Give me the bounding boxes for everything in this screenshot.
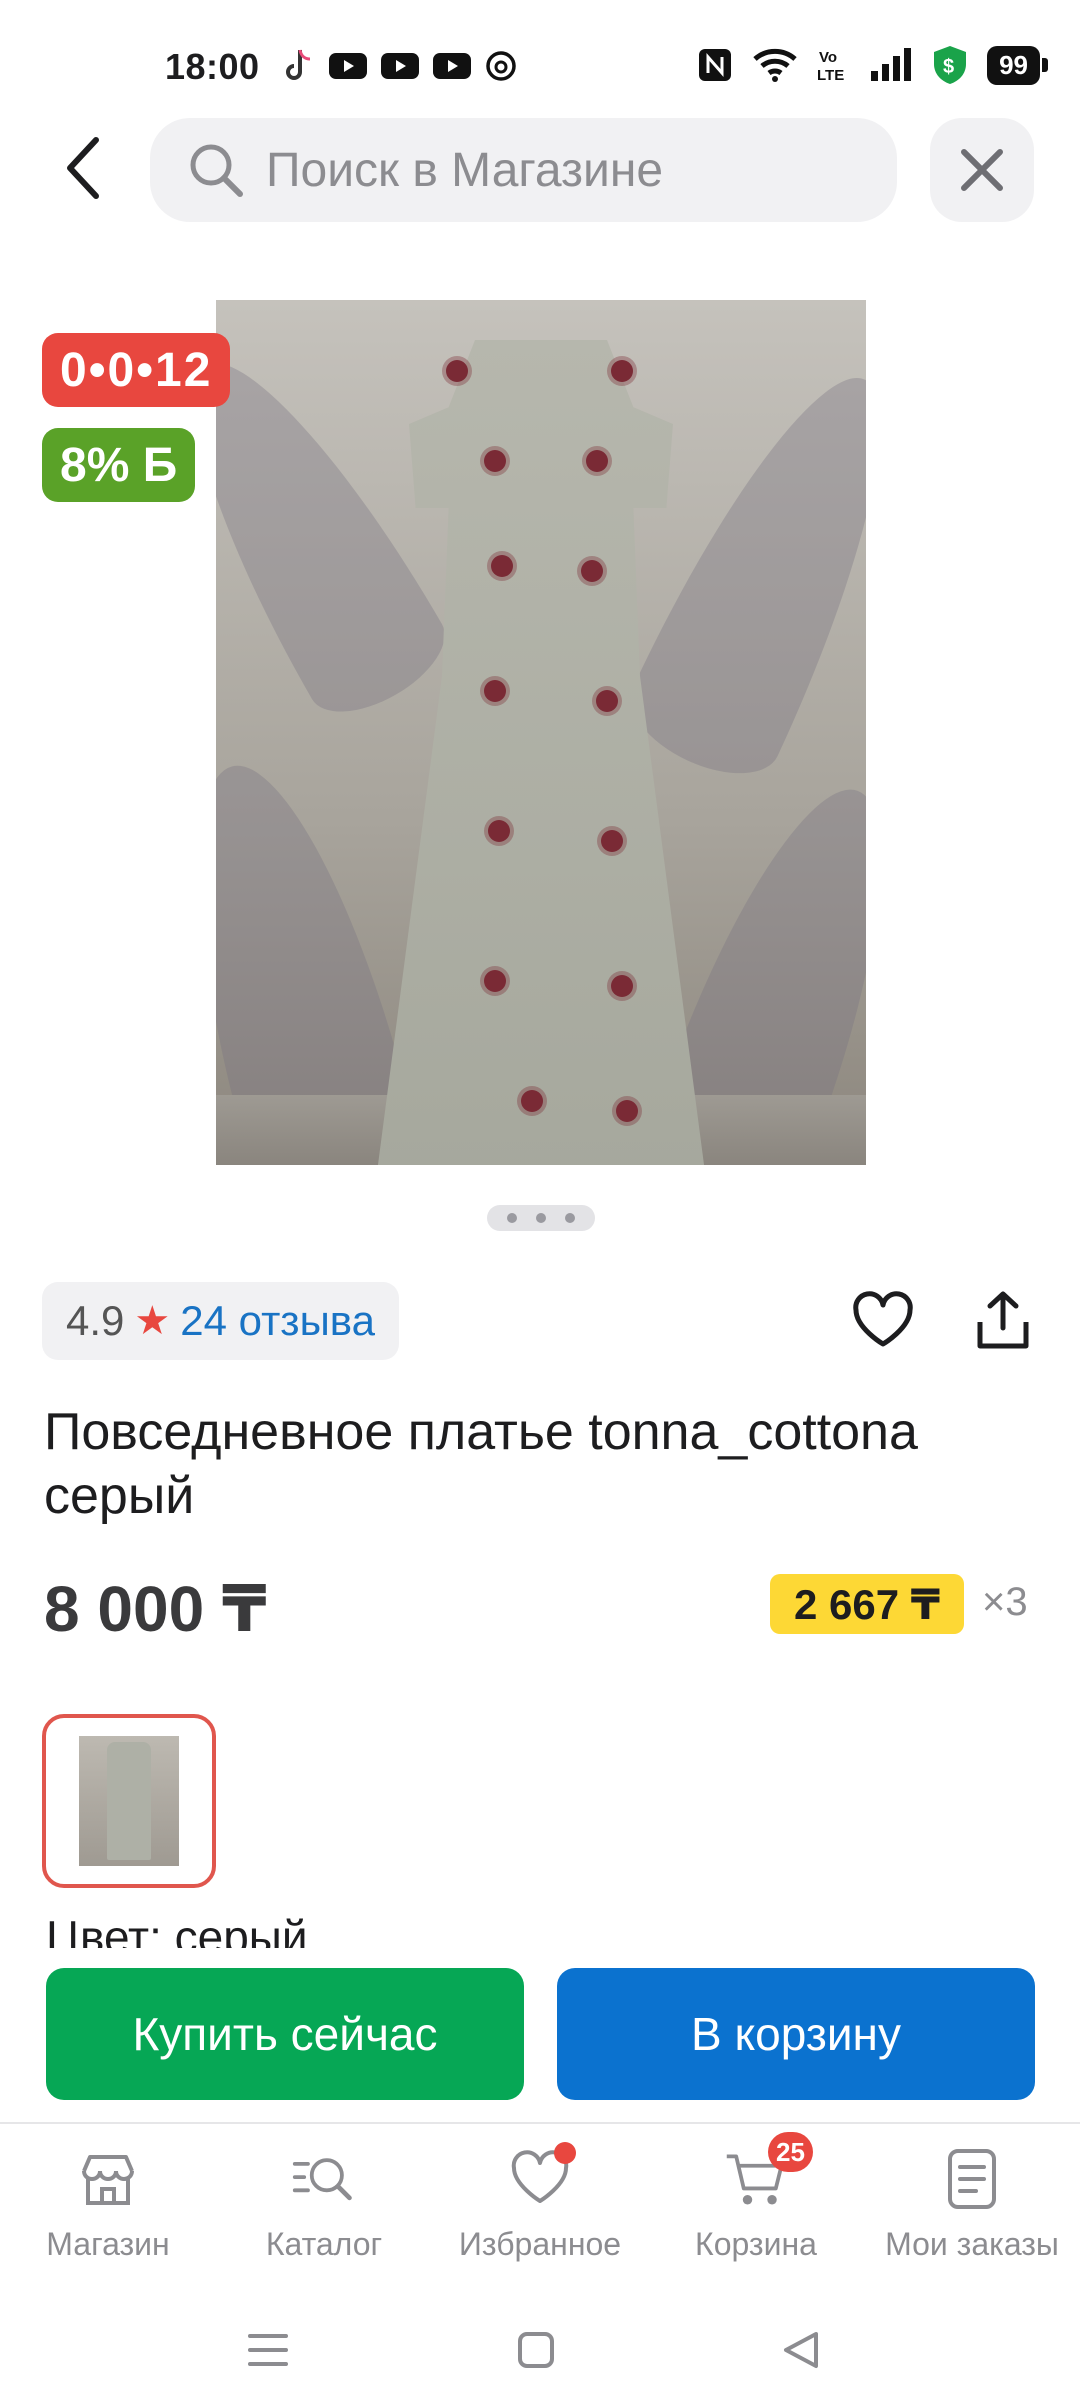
dress bbox=[376, 340, 706, 1165]
status-right-icons: Vo LTE $ 99 bbox=[697, 44, 1048, 86]
notification-dot bbox=[554, 2142, 576, 2164]
home-square-icon[interactable] bbox=[512, 2326, 560, 2374]
product-title: Повседневное платье tonna_cottona серый bbox=[44, 1403, 918, 1525]
product-page: 18:00 Vo LTE $ 99 Поиск в Магазине 0•0•1… bbox=[0, 0, 1080, 2400]
color-variant-thumbnail[interactable] bbox=[42, 1714, 216, 1888]
flower-embroidery bbox=[586, 450, 608, 472]
flower-embroidery bbox=[611, 975, 633, 997]
wallpaper-leaf bbox=[216, 327, 461, 733]
nav-label: Магазин bbox=[46, 2226, 170, 2262]
star-icon: ★ bbox=[134, 1299, 171, 1343]
rating-chip[interactable]: 4.9 ★ 24 отзыва bbox=[42, 1282, 399, 1360]
flower-embroidery bbox=[581, 560, 603, 582]
catalog-search-icon bbox=[291, 2146, 357, 2212]
flower-embroidery bbox=[484, 680, 506, 702]
youtube-icon bbox=[433, 53, 471, 79]
add-to-cart-button[interactable]: В корзину bbox=[557, 1968, 1035, 2100]
installment-price-badge[interactable]: 2 667 ₸ bbox=[770, 1574, 964, 1634]
share-icon bbox=[977, 1291, 1029, 1349]
search-input[interactable] bbox=[266, 142, 826, 198]
close-icon bbox=[961, 149, 1003, 191]
svg-text:$: $ bbox=[943, 56, 954, 78]
flower-embroidery bbox=[446, 360, 468, 382]
status-bar: 18:00 Vo LTE $ 99 bbox=[0, 0, 1080, 120]
product-image[interactable] bbox=[216, 300, 866, 1165]
flower-embroidery bbox=[521, 1090, 543, 1112]
flower-embroidery bbox=[484, 450, 506, 472]
reviews-link[interactable]: 24 отзыва bbox=[180, 1297, 375, 1345]
flower-embroidery bbox=[601, 830, 623, 852]
wifi-icon bbox=[753, 48, 797, 82]
nav-label: Избранное bbox=[458, 2226, 622, 2262]
color-label: Цвет: серый bbox=[46, 1911, 308, 1948]
youtube-icon bbox=[381, 53, 419, 79]
system-navigation-bar bbox=[0, 2290, 1080, 2400]
nav-item-store[interactable]: Магазин bbox=[0, 2124, 216, 2286]
favorite-button[interactable] bbox=[850, 1288, 916, 1354]
youtube-icon bbox=[329, 53, 367, 79]
heart-icon bbox=[853, 1291, 913, 1347]
chevron-left-icon bbox=[67, 137, 99, 199]
flower-embroidery bbox=[491, 555, 513, 577]
close-button[interactable] bbox=[930, 118, 1034, 222]
store-icon bbox=[75, 2146, 141, 2212]
nav-item-favorites[interactable]: Избранное bbox=[432, 2124, 648, 2286]
flower-embroidery bbox=[611, 360, 633, 382]
flower-embroidery bbox=[616, 1100, 638, 1122]
pager-dot[interactable] bbox=[506, 1213, 517, 1223]
flower-embroidery bbox=[596, 690, 618, 712]
orders-icon bbox=[939, 2146, 1005, 2212]
battery-icon: 99 bbox=[987, 45, 1048, 85]
nav-item-orders[interactable]: Мои заказы bbox=[864, 2124, 1080, 2286]
shield-dollar-icon: $ bbox=[934, 46, 967, 84]
nfc-icon bbox=[699, 49, 732, 81]
svg-text:Vo: Vo bbox=[819, 49, 837, 66]
search-bar[interactable] bbox=[150, 118, 897, 222]
wallpaper-leaf bbox=[216, 744, 413, 1156]
buy-now-button[interactable]: Купить сейчас bbox=[46, 1968, 524, 2100]
flower-embroidery bbox=[484, 970, 506, 992]
nav-label: Каталог bbox=[265, 2226, 383, 2262]
back-triangle-icon[interactable] bbox=[778, 2326, 826, 2374]
countdown-badge: 0•0•12 bbox=[42, 333, 231, 407]
variant-image bbox=[79, 1736, 179, 1866]
pager-dot[interactable] bbox=[565, 1213, 576, 1223]
image-pager[interactable] bbox=[487, 1205, 595, 1231]
nav-item-cart[interactable]: 25 Корзина bbox=[648, 2124, 864, 2286]
menu-icon[interactable] bbox=[244, 2326, 292, 2374]
nav-label: Мои заказы bbox=[885, 2226, 1059, 2262]
nav-item-catalog[interactable]: Каталог bbox=[216, 2124, 432, 2286]
search-icon bbox=[186, 140, 246, 200]
nav-label: Корзина bbox=[695, 2226, 817, 2262]
bonus-badge: 8% Б bbox=[42, 428, 196, 502]
flower-embroidery bbox=[488, 820, 510, 842]
volte-icon: VoLTE bbox=[817, 49, 844, 84]
cart-count-badge: 25 bbox=[768, 2132, 813, 2172]
signal-icon bbox=[871, 48, 912, 81]
pager-dot[interactable] bbox=[535, 1213, 546, 1223]
bottom-navigation: Магазин Каталог Избранное 25 Корзина Мои… bbox=[0, 2122, 1080, 2286]
rating-value: 4.9 bbox=[66, 1297, 125, 1344]
status-time: 18:00 bbox=[165, 46, 260, 87]
back-button[interactable] bbox=[52, 128, 112, 208]
threads-icon bbox=[486, 51, 516, 81]
svg-text:LTE: LTE bbox=[817, 67, 844, 84]
status-app-icons bbox=[282, 48, 518, 84]
wallpaper-leaf bbox=[614, 345, 866, 795]
share-button[interactable] bbox=[970, 1288, 1036, 1354]
installment-multiplier: ×3 bbox=[982, 1580, 1028, 1624]
product-price: 8 000 ₸ bbox=[44, 1573, 267, 1645]
tiktok-icon bbox=[286, 49, 311, 80]
